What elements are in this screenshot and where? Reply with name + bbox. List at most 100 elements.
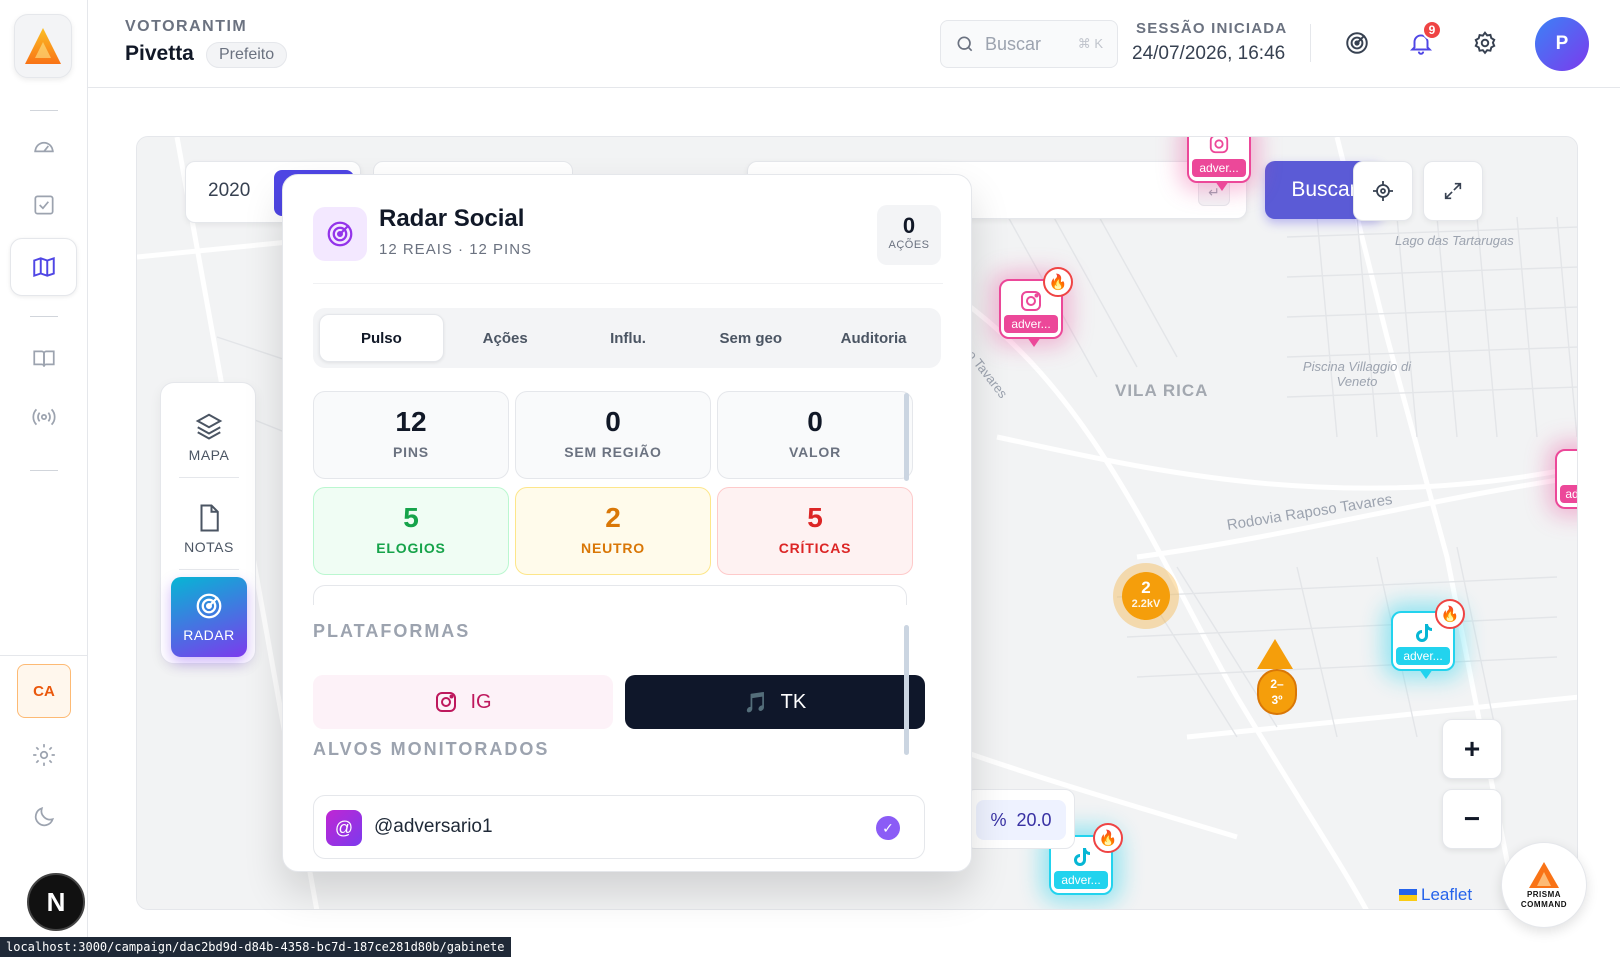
notification-count: 9 — [1422, 20, 1442, 40]
stat-valor: 0 VALOR — [717, 391, 913, 479]
platform-ig-button[interactable]: IG — [313, 675, 613, 729]
pin-label: adver... — [1396, 647, 1450, 665]
global-search[interactable]: Buscar ⌘ K — [940, 20, 1118, 68]
panel-tabs: Pulso Ações Influ. Sem geo Auditoria — [313, 308, 941, 368]
instagram-icon — [1189, 137, 1249, 155]
fire-icon: 🔥 — [1093, 823, 1123, 853]
tool-notas[interactable]: NOTAS — [171, 489, 247, 569]
book-icon[interactable] — [10, 330, 77, 388]
platform-tk-button[interactable]: 🎵 TK — [625, 675, 925, 729]
dev-tools-badge[interactable]: N — [27, 873, 85, 931]
map-attribution[interactable]: Leaflet — [1399, 885, 1472, 905]
tab-auditoria[interactable]: Auditoria — [812, 314, 935, 362]
map-label-piscina: Piscina Villaggio di Veneto — [1302, 359, 1412, 389]
targets-title: ALVOS MONITORADOS — [313, 739, 550, 759]
map-pin-instagram[interactable]: adver... — [1187, 137, 1251, 191]
campaign-badge[interactable]: CA — [17, 664, 71, 718]
stat-value: 2 — [605, 502, 621, 533]
user-avatar[interactable]: P — [1535, 17, 1589, 71]
file-icon — [200, 504, 219, 532]
music-note-icon: 🎵 — [743, 691, 769, 714]
stat-value: 5 — [403, 502, 419, 533]
stat-label: SEM REGIÃO — [564, 444, 662, 460]
stats-scrollbar[interactable] — [904, 393, 909, 481]
stat-value: 5 — [807, 502, 823, 533]
stat-neutro: 2 NEUTRO — [515, 487, 711, 575]
truncated-card — [313, 585, 907, 605]
rail-divider — [30, 110, 58, 111]
status-url: localhost:3000/campaign/dac2bd9d-d84b-43… — [0, 937, 511, 957]
stat-label: NEUTRO — [581, 540, 645, 556]
actions-count: 0 — [902, 213, 916, 238]
tab-acoes[interactable]: Ações — [444, 314, 567, 362]
gear-icon[interactable] — [10, 726, 77, 784]
instagram-icon — [436, 692, 457, 712]
stat-elogios: 5 ELOGIOS — [313, 487, 509, 575]
gear-icon[interactable] — [1468, 26, 1502, 60]
cluster-sub: 2.2kV — [1131, 598, 1161, 610]
left-rail: CA N — [0, 0, 88, 957]
tab-pulso[interactable]: Pulso — [319, 314, 444, 362]
dashboard-icon[interactable] — [10, 117, 77, 175]
platform-label: TK — [780, 690, 807, 713]
map-tools: MAPA NOTAS RADAR — [160, 382, 256, 664]
app-logo[interactable] — [14, 14, 72, 78]
map-pin-instagram[interactable]: ad — [1555, 449, 1577, 509]
broadcast-icon[interactable] — [10, 388, 77, 446]
map-pin-tiktok[interactable]: adver... 🔥 — [1391, 599, 1465, 679]
radar-panel: Radar Social 12 REAIS · 12 PINS 0 AÇÕES … — [282, 174, 972, 872]
stat-label: CRÍTICAS — [778, 540, 852, 556]
check-icon[interactable]: ✓ — [876, 816, 900, 840]
warning-cluster[interactable]: 2– 3º — [1253, 637, 1297, 717]
search-shortcut: ⌘ K — [1077, 36, 1103, 51]
year-value: 2020 — [208, 180, 251, 201]
radar-icon — [196, 593, 222, 619]
at-icon: @ — [326, 810, 362, 846]
tab-influ[interactable]: Influ. — [567, 314, 690, 362]
target-item[interactable]: @ @adversario1 ✓ — [313, 795, 925, 859]
session-label: SESSÃO INICIADA — [1136, 20, 1288, 37]
panel-scrollbar[interactable] — [904, 625, 909, 755]
target-handle: @adversario1 — [374, 816, 493, 837]
stats-grid: 12 PINS 0 SEM REGIÃO 0 VALOR 5 ELOGIOS 2… — [313, 391, 919, 605]
tool-radar[interactable]: RADAR — [171, 577, 247, 657]
map-label-lago: Lago das Tartarugas — [1395, 233, 1514, 248]
zoom-in-button[interactable]: + — [1442, 719, 1502, 779]
map-pin-instagram[interactable]: adver... 🔥 — [999, 267, 1073, 347]
tool-mapa[interactable]: MAPA — [171, 397, 247, 477]
moon-icon[interactable] — [10, 788, 77, 846]
radar-icon — [313, 207, 367, 261]
logo-triangle-icon — [1529, 862, 1559, 888]
top-header: VOTORANTIM Pivetta Prefeito Buscar ⌘ K S… — [88, 0, 1620, 88]
stat-value: 0 — [807, 406, 823, 437]
tool-label: NOTAS — [184, 539, 234, 555]
rail-divider — [0, 655, 88, 656]
fire-icon: 🔥 — [1435, 599, 1465, 629]
tool-label: RADAR — [183, 627, 235, 643]
ukraine-flag-icon — [1399, 889, 1417, 901]
radar-icon[interactable] — [1340, 26, 1374, 60]
rail-divider — [30, 470, 58, 471]
pin-label: ad — [1560, 485, 1577, 503]
map-cluster[interactable]: 2 2.2kV — [1113, 563, 1179, 629]
percent-control[interactable]: % 20.0 — [965, 789, 1075, 849]
bell-icon[interactable]: 9 — [1404, 20, 1442, 60]
stat-criticas: 5 CRÍTICAS — [717, 487, 913, 575]
locate-icon[interactable] — [1353, 161, 1413, 221]
zoom-out-button[interactable]: − — [1442, 789, 1502, 849]
expand-icon[interactable] — [1423, 161, 1483, 221]
logo-triangle-icon — [25, 28, 61, 64]
session-time: 24/07/2026, 16:46 — [1132, 43, 1286, 64]
attribution-text: Leaflet — [1421, 885, 1473, 904]
check-square-icon[interactable] — [10, 176, 77, 234]
fire-icon: 🔥 — [1043, 267, 1073, 297]
stat-pins: 12 PINS — [313, 391, 509, 479]
stat-value: 0 — [605, 406, 621, 437]
prisma-command-logo[interactable]: PRISMA COMMAND — [1501, 842, 1587, 928]
tab-sem-geo[interactable]: Sem geo — [689, 314, 812, 362]
pin-label: adver... — [1054, 871, 1108, 889]
map-icon[interactable] — [10, 238, 77, 296]
panel-subtitle: 12 REAIS · 12 PINS — [379, 241, 533, 258]
actions-counter[interactable]: 0 AÇÕES — [877, 205, 941, 265]
percent-icon: % — [990, 809, 1007, 830]
